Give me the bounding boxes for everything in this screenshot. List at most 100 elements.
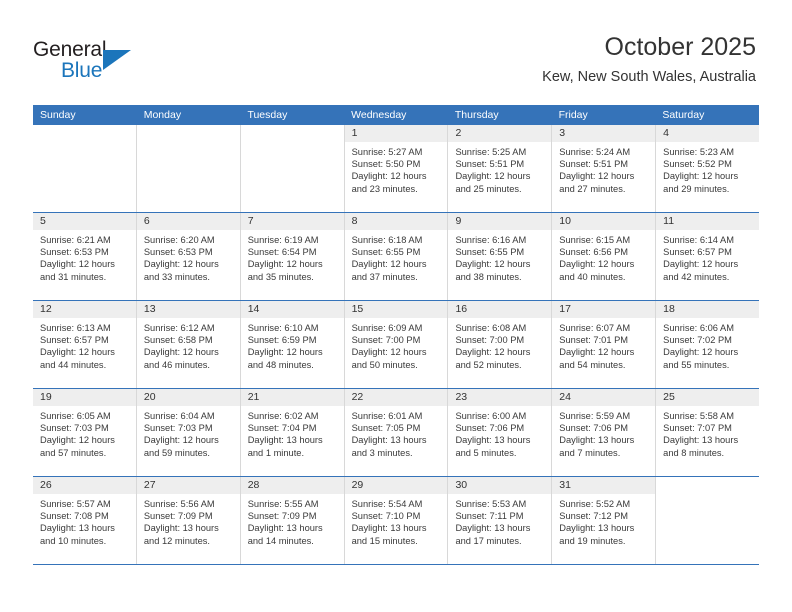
daylight-text: Daylight: 13 hours and 14 minutes. (247, 523, 323, 546)
calendar-day-cell-empty (239, 125, 344, 212)
day-sun-info: Sunrise: 5:56 AM Sunset: 7:09 PM Daylight:… (137, 494, 240, 547)
day-number: 20 (136, 389, 240, 406)
day-sun-info: Sunrise: 6:00 AM Sunset: 7:06 PM Daylight:… (448, 406, 551, 459)
page-header: General Blue October 2025 Kew, New South… (0, 0, 792, 104)
sunrise-text: Sunrise: 5:57 AM (40, 499, 111, 509)
title-block: October 2025 Kew, New South Wales, Austr… (542, 32, 756, 86)
calendar-day-cell[interactable]: 25 Sunrise: 5:58 AM Sunset: 7:07 PM Dayligh… (655, 389, 760, 476)
day-sun-info: Sunrise: 6:10 AM Sunset: 6:59 PM Daylight:… (241, 318, 344, 371)
daylight-text: Daylight: 13 hours and 1 minute. (247, 435, 323, 458)
day-sun-info: Sunrise: 5:53 AM Sunset: 7:11 PM Daylight:… (448, 494, 551, 547)
day-number: 16 (448, 301, 552, 318)
day-sun-info: Sunrise: 6:08 AM Sunset: 7:00 PM Daylight:… (448, 318, 551, 371)
calendar-day-cell[interactable]: 7 Sunrise: 6:19 AM Sunset: 6:54 PM Daylight… (239, 213, 344, 300)
calendar-day-cell[interactable]: 13 Sunrise: 6:12 AM Sunset: 6:58 PM Dayligh… (135, 301, 240, 388)
day-number: 23 (448, 389, 552, 406)
calendar-day-cell[interactable]: 20 Sunrise: 6:04 AM Sunset: 7:03 PM Dayligh… (135, 389, 240, 476)
day-number (656, 477, 759, 494)
daylight-text: Daylight: 13 hours and 17 minutes. (455, 523, 531, 546)
sunset-text: Sunset: 7:11 PM (455, 511, 524, 522)
sunrise-text: Sunrise: 5:59 AM (559, 411, 631, 421)
day-sun-info: Sunrise: 6:14 AM Sunset: 6:57 PM Daylight:… (656, 230, 759, 283)
sunrise-text: Sunrise: 6:16 AM (455, 235, 527, 245)
daylight-text: Daylight: 12 hours and 42 minutes. (663, 259, 739, 282)
day-sun-info: Sunrise: 5:57 AM Sunset: 7:08 PM Daylight:… (33, 494, 136, 547)
calendar-day-cell[interactable]: 9 Sunrise: 6:16 AM Sunset: 6:55 PM Daylight… (447, 213, 552, 300)
calendar-day-cell[interactable]: 5 Sunrise: 6:21 AM Sunset: 6:53 PM Daylight… (33, 213, 136, 300)
sunrise-text: Sunrise: 6:05 AM (40, 411, 111, 421)
sunset-text: Sunset: 6:59 PM (247, 335, 317, 346)
calendar-day-cell[interactable]: 14 Sunrise: 6:10 AM Sunset: 6:59 PM Dayligh… (239, 301, 344, 388)
sunrise-text: Sunrise: 5:58 AM (663, 411, 734, 421)
calendar-day-cell[interactable]: 11 Sunrise: 6:14 AM Sunset: 6:57 PM Dayligh… (655, 213, 760, 300)
day-sun-info: Sunrise: 6:07 AM Sunset: 7:01 PM Daylight:… (552, 318, 655, 371)
calendar-day-cell[interactable]: 16 Sunrise: 6:08 AM Sunset: 7:00 PM Dayligh… (447, 301, 552, 388)
calendar-day-cell[interactable]: 22 Sunrise: 6:01 AM Sunset: 7:05 PM Dayligh… (343, 389, 448, 476)
calendar-day-cell[interactable]: 28 Sunrise: 5:55 AM Sunset: 7:09 PM Dayligh… (239, 477, 344, 564)
day-sun-info: Sunrise: 6:21 AM Sunset: 6:53 PM Daylight:… (33, 230, 136, 283)
daylight-text: Daylight: 12 hours and 37 minutes. (351, 259, 427, 282)
sunset-text: Sunset: 7:12 PM (559, 511, 629, 522)
calendar-day-cell-empty (655, 477, 759, 564)
sunrise-text: Sunrise: 6:19 AM (247, 235, 319, 245)
sunset-text: Sunset: 7:04 PM (247, 423, 317, 434)
weekday-header-monday: Monday (143, 109, 182, 121)
day-sun-info: Sunrise: 6:18 AM Sunset: 6:55 PM Daylight:… (345, 230, 448, 283)
sunrise-text: Sunrise: 6:02 AM (247, 411, 319, 421)
day-sun-info: Sunrise: 6:19 AM Sunset: 6:54 PM Daylight:… (241, 230, 344, 283)
sunrise-text: Sunrise: 5:27 AM (351, 147, 423, 157)
sunrise-text: Sunrise: 6:15 AM (559, 235, 631, 245)
day-sun-info: Sunrise: 6:04 AM Sunset: 7:03 PM Daylight:… (137, 406, 240, 459)
day-number: 25 (656, 389, 760, 406)
calendar-week-row: 26 Sunrise: 5:57 AM Sunset: 7:08 PM Dayligh… (33, 477, 759, 565)
day-sun-info: Sunrise: 6:16 AM Sunset: 6:55 PM Daylight:… (448, 230, 551, 283)
calendar-day-cell[interactable]: 2 Sunrise: 5:25 AM Sunset: 5:51 PM Daylight… (447, 125, 552, 212)
calendar-day-cell[interactable]: 15 Sunrise: 6:09 AM Sunset: 7:00 PM Dayligh… (343, 301, 448, 388)
daylight-text: Daylight: 12 hours and 59 minutes. (143, 435, 219, 458)
sunrise-text: Sunrise: 5:56 AM (143, 499, 215, 509)
calendar-day-cell[interactable]: 21 Sunrise: 6:02 AM Sunset: 7:04 PM Dayligh… (239, 389, 344, 476)
weekday-header-thursday: Thursday (454, 109, 499, 121)
day-number: 13 (136, 301, 240, 318)
daylight-text: Daylight: 13 hours and 8 minutes. (663, 435, 739, 458)
calendar-day-cell[interactable]: 1 Sunrise: 5:27 AM Sunset: 5:50 PM Daylight… (343, 125, 448, 212)
day-sun-info: Sunrise: 6:13 AM Sunset: 6:57 PM Daylight:… (33, 318, 136, 371)
calendar-day-cell[interactable]: 8 Sunrise: 6:18 AM Sunset: 6:55 PM Daylight… (343, 213, 448, 300)
daylight-text: Daylight: 12 hours and 54 minutes. (559, 347, 635, 370)
calendar-week-row: 1 Sunrise: 5:27 AM Sunset: 5:50 PM Daylight… (33, 125, 760, 213)
sunrise-text: Sunrise: 6:12 AM (143, 323, 215, 333)
daylight-text: Daylight: 12 hours and 48 minutes. (247, 347, 323, 370)
calendar-day-cell[interactable]: 27 Sunrise: 5:56 AM Sunset: 7:09 PM Dayligh… (135, 477, 240, 564)
calendar-day-cell[interactable]: 4 Sunrise: 5:23 AM Sunset: 5:52 PM Daylight… (655, 125, 760, 212)
calendar-day-cell[interactable]: 31 Sunrise: 5:52 AM Sunset: 7:12 PM Dayligh… (551, 477, 656, 564)
calendar-day-cell[interactable]: 6 Sunrise: 6:20 AM Sunset: 6:53 PM Daylight… (135, 213, 240, 300)
calendar-day-cell[interactable]: 19 Sunrise: 6:05 AM Sunset: 7:03 PM Dayligh… (33, 389, 136, 476)
calendar-day-cell[interactable]: 24 Sunrise: 5:59 AM Sunset: 7:06 PM Dayligh… (551, 389, 656, 476)
calendar-week-row: 5 Sunrise: 6:21 AM Sunset: 6:53 PM Daylight… (33, 213, 760, 301)
sunset-text: Sunset: 6:57 PM (40, 335, 109, 346)
sunrise-text: Sunrise: 6:06 AM (663, 323, 734, 333)
day-number: 14 (240, 301, 344, 318)
calendar-day-cell[interactable]: 12 Sunrise: 6:13 AM Sunset: 6:57 PM Dayligh… (33, 301, 136, 388)
calendar-day-cell[interactable]: 29 Sunrise: 5:54 AM Sunset: 7:10 PM Dayligh… (343, 477, 448, 564)
calendar-day-cell[interactable]: 30 Sunrise: 5:53 AM Sunset: 7:11 PM Dayligh… (447, 477, 552, 564)
day-number: 8 (344, 213, 448, 230)
sunset-text: Sunset: 6:57 PM (663, 247, 732, 258)
daylight-text: Daylight: 13 hours and 15 minutes. (351, 523, 427, 546)
calendar-day-cell[interactable]: 10 Sunrise: 6:15 AM Sunset: 6:56 PM Dayligh… (551, 213, 656, 300)
calendar-day-cell[interactable]: 26 Sunrise: 5:57 AM Sunset: 7:08 PM Dayligh… (33, 477, 136, 564)
calendar-day-cell[interactable]: 18 Sunrise: 6:06 AM Sunset: 7:02 PM Dayligh… (655, 301, 760, 388)
sunrise-text: Sunrise: 6:09 AM (351, 323, 423, 333)
calendar-page: General Blue October 2025 Kew, New South… (0, 0, 792, 612)
day-number: 24 (552, 389, 656, 406)
daylight-text: Daylight: 12 hours and 57 minutes. (40, 435, 115, 458)
calendar-day-cell[interactable]: 17 Sunrise: 6:07 AM Sunset: 7:01 PM Dayligh… (551, 301, 656, 388)
calendar-day-cell[interactable]: 23 Sunrise: 6:00 AM Sunset: 7:06 PM Dayligh… (447, 389, 552, 476)
calendar-day-cell[interactable]: 3 Sunrise: 5:24 AM Sunset: 5:51 PM Daylight… (551, 125, 656, 212)
sunrise-text: Sunrise: 6:04 AM (143, 411, 215, 421)
weekday-header-friday: Friday (558, 109, 588, 121)
general-blue-logo[interactable]: General Blue (33, 38, 163, 84)
daylight-text: Daylight: 13 hours and 3 minutes. (351, 435, 427, 458)
day-sun-info: Sunrise: 5:55 AM Sunset: 7:09 PM Daylight:… (241, 494, 344, 547)
day-sun-info: Sunrise: 6:06 AM Sunset: 7:02 PM Daylight:… (656, 318, 759, 371)
